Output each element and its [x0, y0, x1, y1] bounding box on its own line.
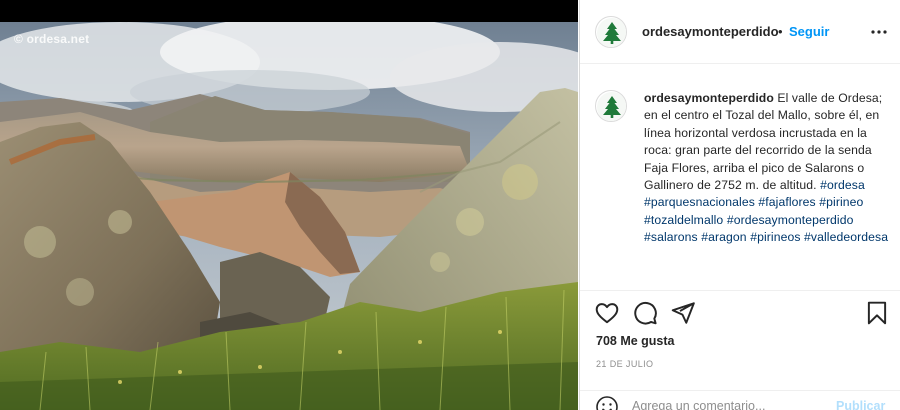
photo-watermark: © ordesa.net — [14, 32, 90, 46]
emoji-icon[interactable] — [595, 395, 619, 410]
account-avatar[interactable] — [595, 16, 627, 48]
mountain-landscape-photo — [0, 22, 578, 410]
heart-icon[interactable] — [594, 300, 620, 326]
post-photo[interactable]: © ordesa.net — [0, 22, 578, 410]
likes-count[interactable]: 708 Me gusta — [596, 334, 675, 348]
hashtag[interactable]: #valledeordesa — [804, 230, 888, 244]
hashtag[interactable]: #pirineos — [750, 230, 800, 244]
header-separator: • — [778, 24, 783, 39]
header-username[interactable]: ordesaymonteperdido — [642, 24, 779, 39]
comment-bar: Publicar — [580, 390, 900, 410]
hashtag[interactable]: #ordesa — [820, 178, 865, 192]
caption-text: El valle de Ordesa; en el centro el Toza… — [644, 91, 883, 193]
pine-tree-logo-icon — [597, 18, 626, 47]
comment-input[interactable] — [632, 397, 822, 410]
post-actions: 708 Me gusta 21 DE JULIO — [580, 290, 900, 390]
caption-section: ordesaymonteperdido El valle de Ordesa; … — [580, 64, 900, 290]
top-black-bar — [0, 0, 578, 22]
hashtag[interactable]: #tozaldelmallo — [644, 213, 723, 227]
publish-button[interactable]: Publicar — [836, 399, 885, 410]
more-options-icon[interactable] — [870, 22, 888, 42]
caption-avatar[interactable] — [595, 90, 627, 122]
hashtag[interactable]: #salarons — [644, 230, 698, 244]
post-date: 21 DE JULIO — [596, 359, 654, 369]
follow-button[interactable]: Seguir — [789, 24, 829, 39]
hashtag[interactable]: #aragon — [701, 230, 746, 244]
hashtag[interactable]: #ordesaymonteperdido — [727, 213, 854, 227]
pine-tree-logo-icon — [597, 92, 626, 121]
share-icon[interactable] — [670, 300, 696, 326]
hashtag[interactable]: #fajaflores — [758, 195, 815, 209]
bookmark-icon[interactable] — [864, 300, 890, 326]
post-header: ordesaymonteperdido • Seguir — [580, 0, 900, 64]
post-caption: ordesaymonteperdido El valle de Ordesa; … — [644, 90, 892, 247]
hashtag[interactable]: #parquesnacionales — [644, 195, 755, 209]
post-side-panel: ordesaymonteperdido • Seguir ordesaymont… — [579, 0, 900, 410]
hashtag[interactable]: #pirineo — [819, 195, 863, 209]
comment-icon[interactable] — [632, 300, 658, 326]
caption-username[interactable]: ordesaymonteperdido — [644, 91, 774, 105]
